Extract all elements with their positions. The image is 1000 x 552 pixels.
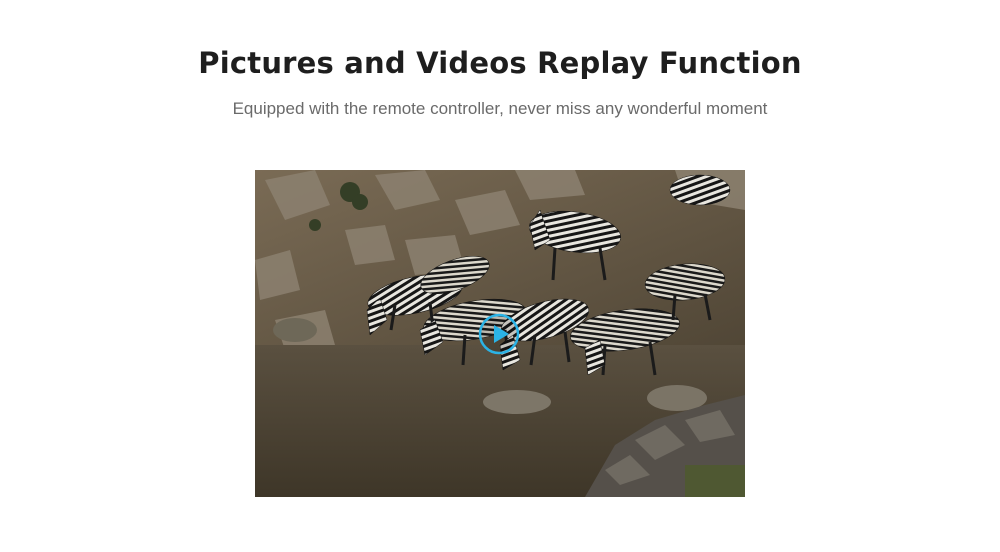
play-icon[interactable] — [478, 313, 520, 355]
page-subtitle: Equipped with the remote controller, nev… — [232, 99, 768, 118]
page-title: Pictures and Videos Replay Function — [198, 46, 802, 81]
video-player[interactable] — [255, 170, 745, 497]
